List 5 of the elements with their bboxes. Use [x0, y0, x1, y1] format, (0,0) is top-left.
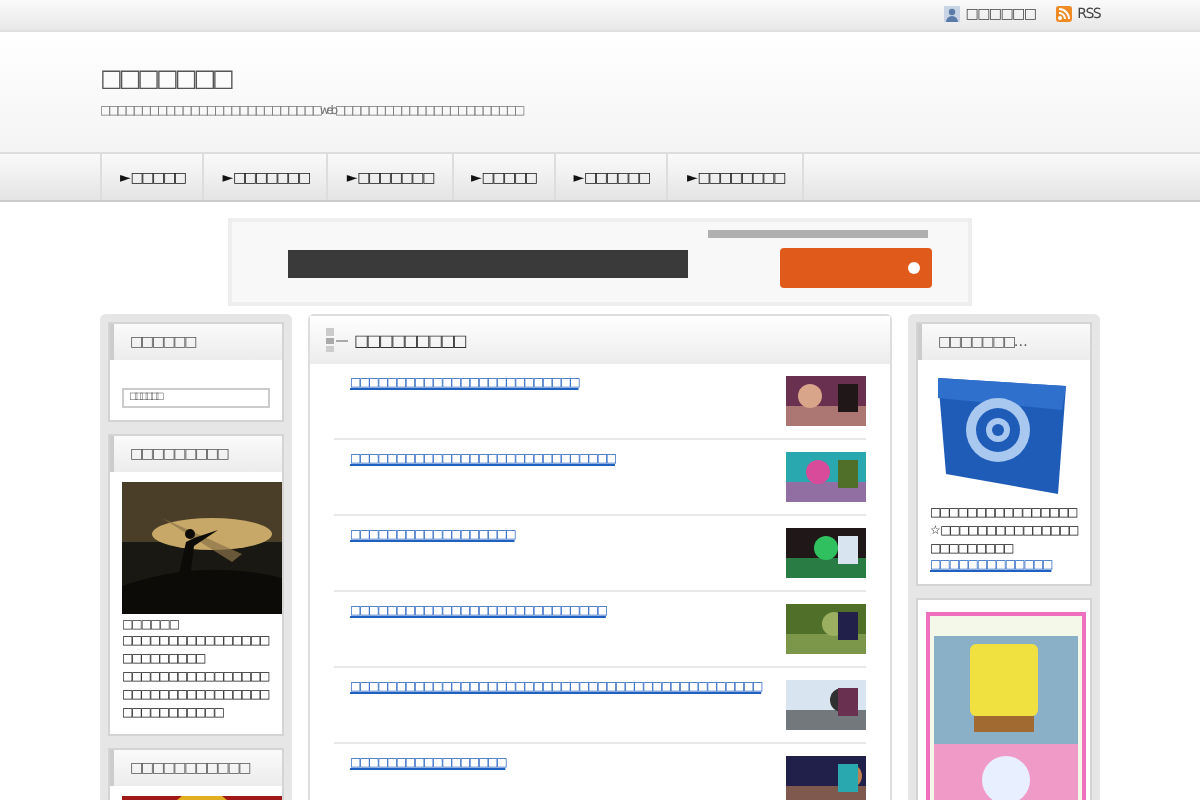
section-title: □□□□□□□□□	[354, 331, 465, 349]
site-title[interactable]: □□□□□□□	[100, 64, 1200, 92]
user-icon	[943, 6, 960, 22]
list-icon	[326, 328, 348, 352]
rss-icon	[1055, 6, 1072, 22]
